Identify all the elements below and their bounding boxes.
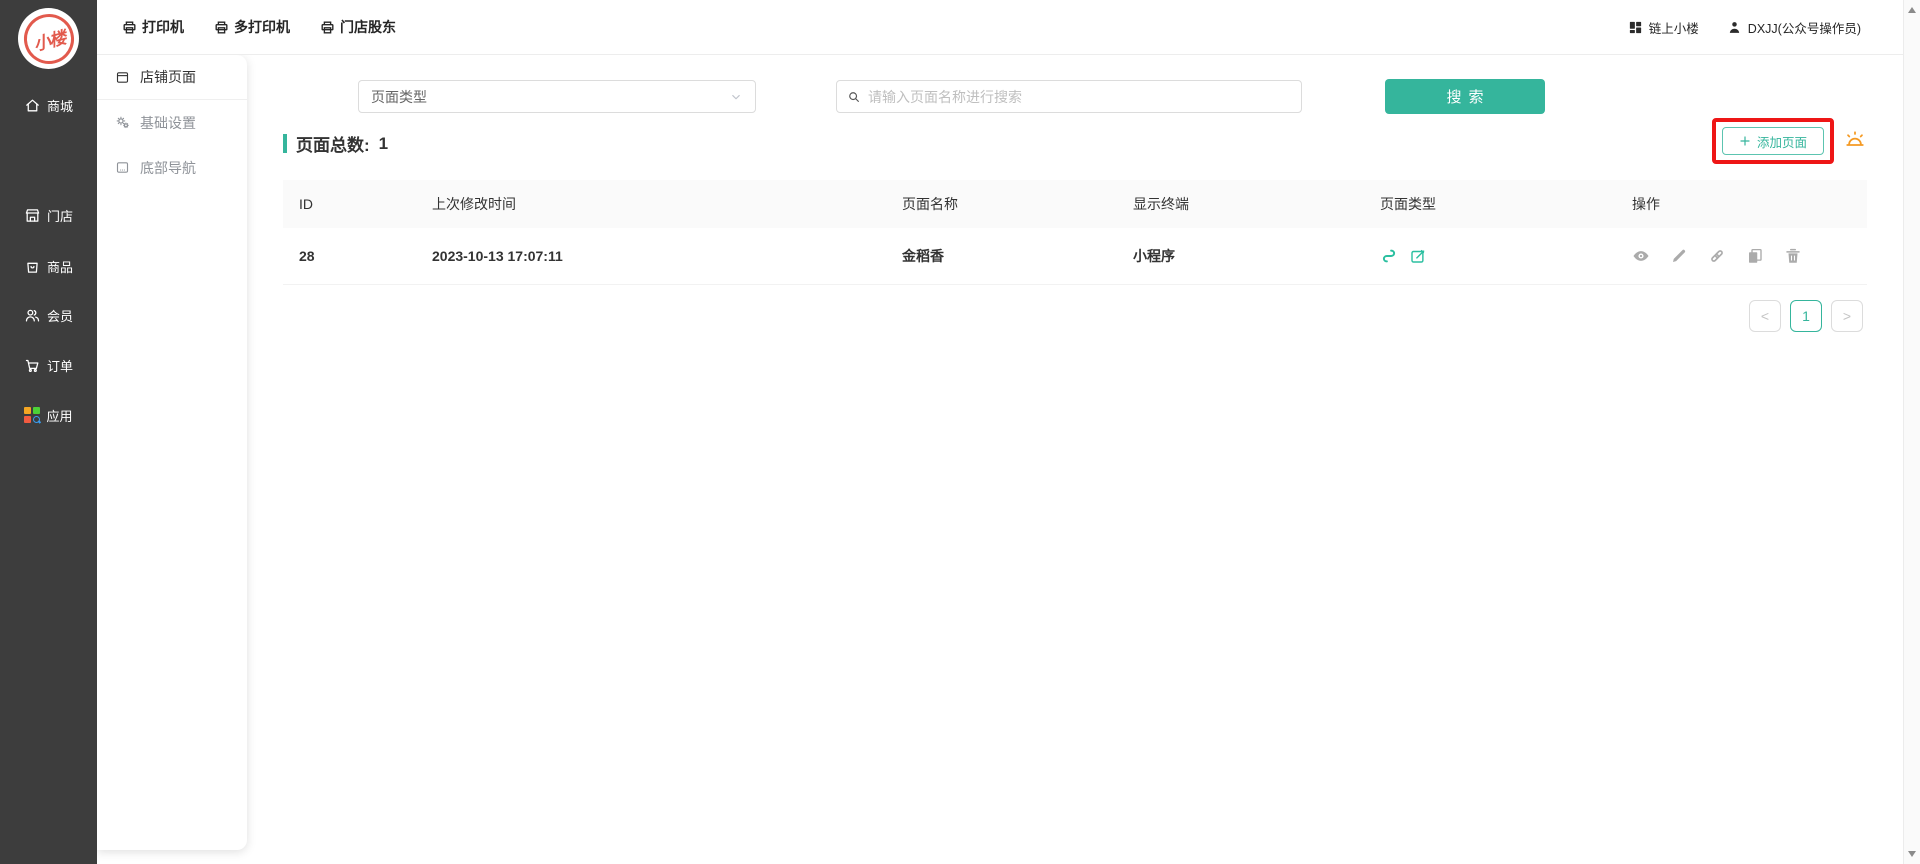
logo-text: 小楼 bbox=[30, 23, 67, 55]
grid-icon bbox=[1628, 20, 1643, 35]
brand-switcher[interactable]: 链上小楼 bbox=[1628, 18, 1699, 37]
page-type-select-value: 页面类型 bbox=[371, 87, 427, 107]
scroll-up-arrow-icon[interactable] bbox=[1908, 7, 1916, 13]
printer-icon bbox=[320, 20, 335, 35]
sidebar-item-label: 门店 bbox=[47, 206, 73, 225]
search-icon bbox=[847, 90, 861, 104]
search-button[interactable]: 搜索 bbox=[1385, 79, 1545, 114]
table-header-row: ID 上次修改时间 页面名称 显示终端 页面类型 操作 bbox=[283, 180, 1867, 228]
row-page-type bbox=[1364, 247, 1616, 265]
page-type-select[interactable]: 页面类型 bbox=[358, 80, 756, 113]
col-header-last-modified: 上次修改时间 bbox=[416, 194, 886, 214]
miniprogram-icon[interactable] bbox=[1380, 247, 1398, 265]
subnav-item-shop-pages[interactable]: 店铺页面 bbox=[97, 55, 247, 100]
topnav-item-store-shareholder[interactable]: 门店股东 bbox=[320, 17, 396, 37]
sidebar-item-orders[interactable]: 订单 bbox=[0, 352, 97, 378]
row-page-name: 金稻香 bbox=[886, 246, 1117, 266]
link-icon[interactable] bbox=[1708, 247, 1726, 265]
user-name: DXJJ(公众号操作员) bbox=[1748, 18, 1861, 37]
pages-table: ID 上次修改时间 页面名称 显示终端 页面类型 操作 28 2023-10-1… bbox=[283, 180, 1867, 285]
plus-icon bbox=[1739, 135, 1751, 147]
col-header-id: ID bbox=[283, 196, 416, 212]
browser-window-icon bbox=[115, 70, 130, 85]
bottom-nav-icon bbox=[115, 160, 130, 175]
col-header-actions: 操作 bbox=[1616, 194, 1867, 214]
app-logo[interactable]: 小楼 bbox=[18, 8, 79, 69]
chevron-down-icon bbox=[729, 90, 743, 104]
sidebar-item-label: 商城 bbox=[47, 96, 73, 115]
home-icon bbox=[24, 97, 41, 114]
row-last-modified: 2023-10-13 17:07:11 bbox=[416, 248, 886, 264]
vertical-scrollbar[interactable] bbox=[1903, 0, 1920, 864]
pagination: < 1 > bbox=[1749, 300, 1863, 332]
page-count-label: 页面总数: bbox=[296, 131, 370, 156]
alarm-icon[interactable] bbox=[1844, 129, 1866, 151]
printer-icon bbox=[214, 20, 229, 35]
search-box bbox=[836, 80, 1302, 113]
sidebar-item-members[interactable]: 会员 bbox=[0, 302, 97, 328]
scroll-down-arrow-icon[interactable] bbox=[1908, 851, 1916, 857]
topnav-item-printer[interactable]: 打印机 bbox=[122, 17, 184, 37]
edit-pencil-icon[interactable] bbox=[1670, 247, 1688, 265]
table-row: 28 2023-10-13 17:07:11 金稻香 小程序 bbox=[283, 228, 1867, 285]
sidebar-item-store[interactable]: 门店 bbox=[0, 202, 97, 228]
subnav-label: 底部导航 bbox=[140, 158, 196, 178]
topnav: 打印机 多打印机 门店股东 bbox=[97, 17, 396, 37]
gears-icon bbox=[115, 115, 130, 130]
printer-icon bbox=[122, 20, 137, 35]
subnav-item-bottom-nav[interactable]: 底部导航 bbox=[97, 145, 247, 190]
row-actions bbox=[1616, 247, 1867, 265]
pagination-prev-button[interactable]: < bbox=[1749, 300, 1781, 332]
add-page-button[interactable]: 添加页面 bbox=[1722, 127, 1824, 155]
main-content: 页面类型 搜索 页面总数: 1 添加页面 ID 上次修改时间 页面名称 显示终端… bbox=[247, 55, 1903, 864]
topnav-label: 多打印机 bbox=[234, 17, 290, 37]
user-menu[interactable]: DXJJ(公众号操作员) bbox=[1727, 18, 1861, 37]
pagination-page-1[interactable]: 1 bbox=[1790, 300, 1822, 332]
sidebar-item-label: 应用 bbox=[46, 406, 72, 425]
sidebar-item-mall[interactable]: 商城 bbox=[0, 92, 97, 118]
brand-name: 链上小楼 bbox=[1649, 18, 1699, 37]
subnav-label: 店铺页面 bbox=[140, 67, 196, 87]
col-header-page-type: 页面类型 bbox=[1364, 194, 1616, 214]
apps-icon bbox=[24, 407, 40, 423]
sidebar-item-apps[interactable]: 应用 bbox=[0, 402, 97, 428]
row-terminal: 小程序 bbox=[1117, 246, 1364, 266]
primary-sidebar: 小楼 商城 门店 商品 会员 订单 应用 bbox=[0, 0, 97, 864]
members-icon bbox=[24, 307, 41, 324]
topnav-label: 门店股东 bbox=[340, 17, 396, 37]
page-count-value: 1 bbox=[379, 134, 388, 154]
edit-square-icon[interactable] bbox=[1409, 247, 1427, 265]
copy-icon[interactable] bbox=[1746, 247, 1764, 265]
preview-eye-icon[interactable] bbox=[1632, 247, 1650, 265]
storefront-icon bbox=[24, 207, 41, 224]
page-count-summary: 页面总数: 1 bbox=[283, 131, 388, 156]
delete-trash-icon[interactable] bbox=[1784, 247, 1802, 265]
col-header-terminal: 显示终端 bbox=[1117, 194, 1364, 214]
topnav-item-multi-printer[interactable]: 多打印机 bbox=[214, 17, 290, 37]
search-input[interactable] bbox=[868, 89, 1291, 105]
subnav-item-basic-settings[interactable]: 基础设置 bbox=[97, 100, 247, 145]
sidebar-item-goods[interactable]: 商品 bbox=[0, 253, 97, 279]
sidebar-item-label: 商品 bbox=[47, 257, 73, 276]
col-header-page-name: 页面名称 bbox=[886, 194, 1117, 214]
pagination-next-button[interactable]: > bbox=[1831, 300, 1863, 332]
topnav-label: 打印机 bbox=[142, 17, 184, 37]
secondary-sidebar: 店铺页面 基础设置 底部导航 bbox=[97, 55, 247, 850]
sidebar-item-label: 订单 bbox=[47, 356, 73, 375]
user-icon bbox=[1727, 20, 1742, 35]
sidebar-item-label: 会员 bbox=[47, 306, 73, 325]
row-id: 28 bbox=[283, 248, 416, 264]
subnav-label: 基础设置 bbox=[140, 113, 196, 133]
add-page-label: 添加页面 bbox=[1757, 132, 1807, 151]
logo-ring: 小楼 bbox=[18, 8, 79, 69]
accent-bar bbox=[283, 134, 287, 153]
cart-icon bbox=[24, 357, 41, 374]
topbar-right: 链上小楼 DXJJ(公众号操作员) bbox=[1628, 18, 1903, 37]
topbar: 打印机 多打印机 门店股东 链上小楼 DXJJ(公众号操作员) bbox=[97, 0, 1903, 55]
shopping-bag-icon bbox=[24, 258, 41, 275]
